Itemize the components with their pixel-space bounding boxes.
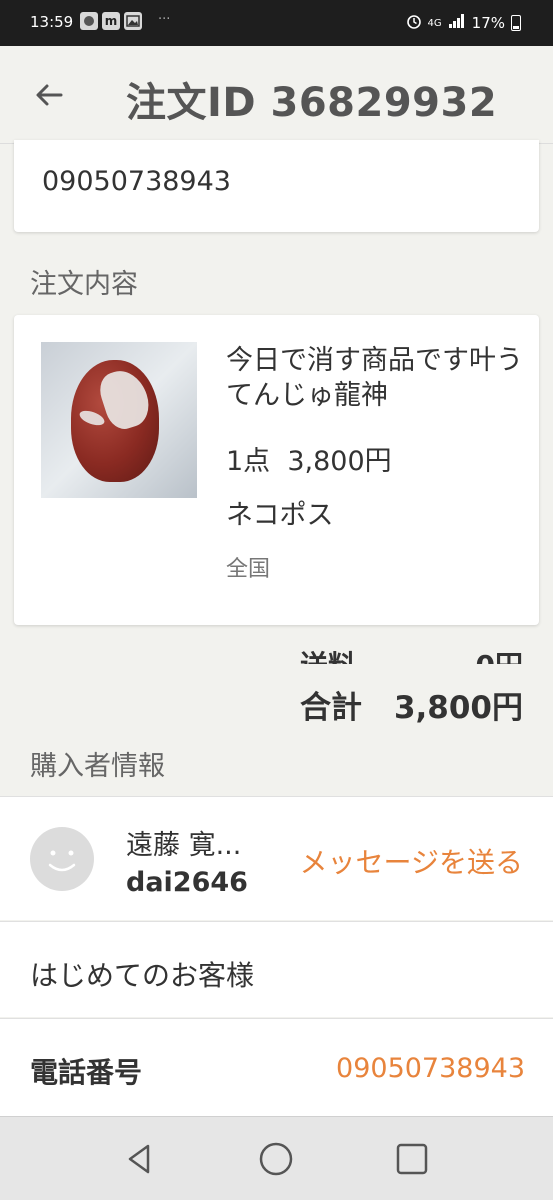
status-left-icons: m: [80, 12, 142, 30]
status-bar: 13:59 m ··· 4G 17%: [0, 0, 553, 46]
send-message-button[interactable]: メッセージを送る: [300, 841, 523, 881]
buyer-user-id: dai2646: [126, 867, 248, 898]
item-shipping-method: ネコポス: [226, 500, 334, 531]
item-thumbnail[interactable]: [41, 342, 197, 498]
first-time-customer-label: はじめてのお客様: [30, 959, 255, 992]
battery-percent: 17%: [471, 14, 505, 32]
app-bar: 注文ID 36829932: [0, 46, 553, 144]
total-row: 合計 3,800円: [0, 664, 553, 734]
contact-phone: 09050738943: [42, 166, 231, 197]
signal-icon: [448, 13, 466, 33]
system-nav-bar: [0, 1116, 553, 1200]
item-qty-price: 1点 3,800円: [226, 446, 392, 477]
notification-icon: [80, 12, 98, 30]
total-label: 合計: [300, 690, 362, 726]
item-name: 今日で消す商品です叶うてんじゅ龍神: [226, 345, 523, 411]
alarm-icon: [406, 13, 422, 33]
page-title: 注文ID 36829932: [126, 80, 498, 126]
circle-home-icon: [259, 1142, 293, 1176]
contact-card: 09050738943: [14, 140, 539, 232]
buyer-row: 遠藤 寛... dai2646 メッセージを送る: [0, 796, 553, 920]
nav-back-button[interactable]: [120, 1139, 160, 1179]
shipping-label: 送料: [300, 644, 356, 664]
total-value: 3,800円: [393, 690, 523, 726]
triangle-back-icon: [128, 1144, 150, 1174]
phone-label: 電話番号: [30, 1056, 143, 1089]
phone-link[interactable]: 09050738943: [336, 1053, 525, 1084]
phone-row: 電話番号 09050738943: [0, 1018, 553, 1116]
avatar[interactable]: [30, 827, 94, 891]
status-time: 13:59: [30, 13, 74, 31]
more-notifications-icon: ···: [158, 12, 171, 27]
order-section-title: 注文内容: [30, 269, 138, 300]
smiley-icon: [48, 850, 76, 872]
shipping-row: 送料 0円: [0, 640, 553, 664]
battery-icon: [511, 15, 521, 31]
network-type: 4G: [427, 17, 442, 29]
back-button[interactable]: [26, 72, 72, 118]
square-recents-icon: [396, 1143, 428, 1175]
nav-home-button[interactable]: [256, 1139, 296, 1179]
first-time-customer-row: はじめてのお客様: [0, 921, 553, 1017]
image-icon: [124, 12, 142, 30]
nav-recents-button[interactable]: [392, 1139, 432, 1179]
buyer-name: 遠藤 寛...: [126, 830, 242, 861]
status-right-icons: 4G 17%: [406, 13, 521, 33]
order-item-card[interactable]: 今日で消す商品です叶うてんじゅ龍神 1点 3,800円 ネコポス 全国: [14, 315, 539, 625]
item-area: 全国: [226, 557, 271, 582]
buyer-section-title: 購入者情報: [30, 751, 165, 782]
m-app-icon: m: [102, 12, 120, 30]
arrow-left-icon: [36, 84, 63, 106]
shipping-value: 0円: [476, 644, 523, 664]
